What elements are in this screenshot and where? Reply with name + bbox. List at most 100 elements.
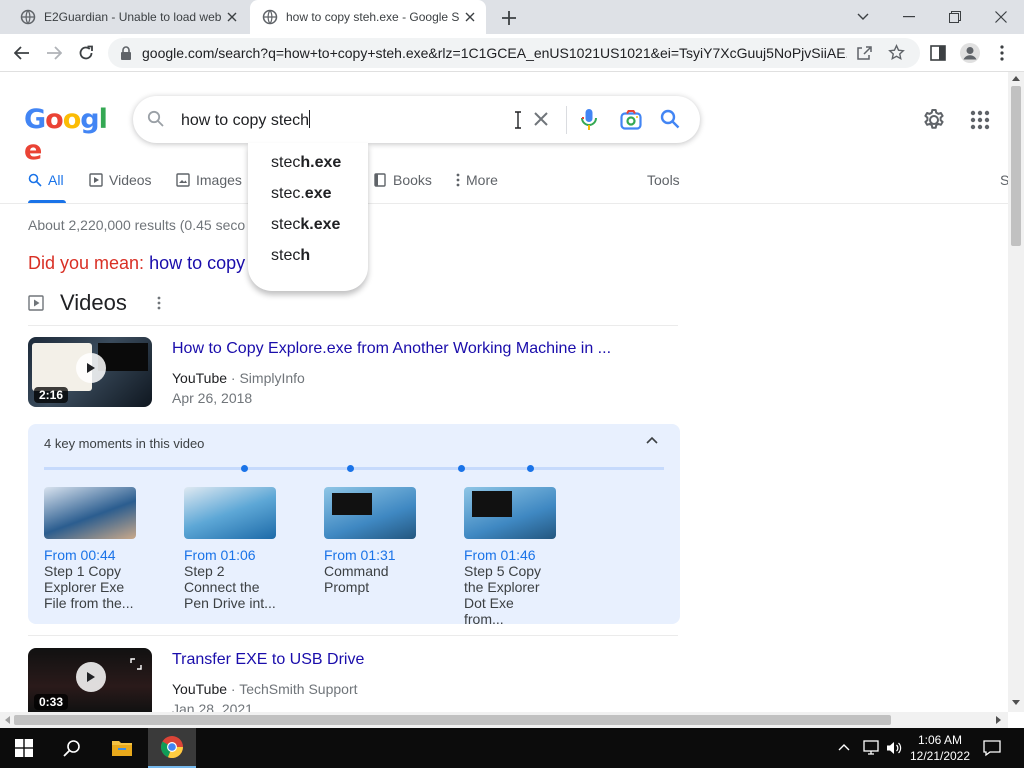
tab-label: Images <box>196 172 242 188</box>
video-thumbnail[interactable]: 0:33 <box>28 648 152 712</box>
restore-icon[interactable] <box>932 0 978 34</box>
timeline-marker[interactable] <box>527 465 534 472</box>
scrollbar-thumb[interactable] <box>14 715 891 725</box>
video-source: YouTube · SimplyInfo <box>172 370 305 386</box>
key-moment-time: From 01:46 <box>464 547 536 563</box>
reload-icon[interactable] <box>74 41 98 65</box>
google-apps-grid-icon[interactable] <box>968 108 992 132</box>
tab-more[interactable]: More <box>456 172 498 188</box>
lock-icon[interactable] <box>120 46 132 60</box>
timeline-marker[interactable] <box>241 465 248 472</box>
thumbnail-art <box>332 493 372 515</box>
video-thumbnail[interactable]: 2:16 <box>28 337 152 407</box>
bookmark-star-icon[interactable] <box>888 44 905 61</box>
network-icon[interactable] <box>862 740 880 756</box>
key-moment-item[interactable]: From 00:44 Step 1 Copy Explorer Exe File… <box>44 487 144 611</box>
suggestion-prefix: stec <box>271 247 301 264</box>
notification-center-icon[interactable] <box>983 739 1001 757</box>
key-moment-item[interactable]: From 01:06 Step 2 Connect the Pen Drive … <box>184 487 284 611</box>
key-moment-text: Step 1 Copy Explorer Exe File from the..… <box>44 563 134 611</box>
search-submit-icon[interactable] <box>659 108 681 130</box>
video-title-link[interactable]: Transfer EXE to USB Drive <box>172 651 364 669</box>
suggestion-item[interactable]: stec.exe <box>248 178 368 209</box>
close-tab-icon[interactable] <box>460 7 480 27</box>
divider <box>566 106 567 134</box>
windows-start-icon[interactable] <box>0 728 48 768</box>
search-input[interactable]: how to copy stech <box>181 110 311 130</box>
search-query-text: how to copy stech <box>181 112 310 129</box>
url-text[interactable]: google.com/search?q=how+to+copy+steh.exe… <box>142 45 847 61</box>
globe-icon <box>262 9 278 25</box>
vertical-scrollbar[interactable] <box>1008 72 1024 712</box>
key-moment-item[interactable]: From 01:46 Step 5 Copy the Explorer Dot … <box>464 487 564 627</box>
text-cursor-icon <box>515 111 521 129</box>
video-channel: TechSmith Support <box>239 681 358 697</box>
key-moments-panel: 4 key moments in this video From 00:44 S… <box>28 424 680 627</box>
did-you-mean-link[interactable]: how to copy <box>149 253 245 273</box>
file-explorer-icon[interactable] <box>98 728 146 768</box>
chevron-up-icon[interactable] <box>646 436 658 444</box>
suggestion-completion: h <box>300 247 311 264</box>
volume-icon[interactable] <box>886 740 902 756</box>
search-box[interactable]: how to copy stech <box>133 96 700 143</box>
play-icon[interactable] <box>76 662 106 692</box>
settings-gear-icon[interactable] <box>922 108 946 132</box>
address-bar[interactable]: google.com/search?q=how+to+copy+steh.exe… <box>108 38 920 68</box>
chrome-taskbar-icon[interactable] <box>148 728 196 768</box>
tab-search-chevron-icon[interactable] <box>840 0 886 34</box>
close-window-icon[interactable] <box>978 0 1024 34</box>
scroll-down-arrow-icon[interactable] <box>1012 700 1020 706</box>
key-moment-item[interactable]: From 01:31 Command Prompt <box>324 487 424 595</box>
key-moment-time: From 01:06 <box>184 547 256 563</box>
suggestion-prefix: stec <box>271 154 301 171</box>
tab-books[interactable]: Books <box>373 172 432 188</box>
scroll-up-arrow-icon[interactable] <box>1012 75 1020 81</box>
key-moment-thumbnail[interactable] <box>184 487 276 539</box>
suggestion-item[interactable]: steck.exe <box>248 209 368 240</box>
tab-label: Tools <box>647 172 680 188</box>
suggestion-item[interactable]: stech <box>248 240 368 271</box>
google-lens-camera-icon[interactable] <box>619 108 643 132</box>
tools-button[interactable]: Tools <box>647 172 680 188</box>
minimize-icon[interactable] <box>886 0 932 34</box>
key-moment-thumbnail[interactable] <box>464 487 556 539</box>
suggestion-item[interactable]: stech.exe <box>248 147 368 178</box>
profile-avatar-icon[interactable] <box>958 41 982 65</box>
browser-titlebar: E2Guardian - Unable to load web how to c… <box>0 0 1024 34</box>
tab-images[interactable]: Images <box>176 172 242 188</box>
scrollbar-thumb[interactable] <box>1011 86 1021 246</box>
taskbar-search-icon[interactable] <box>48 728 96 768</box>
key-moment-thumbnail[interactable] <box>44 487 136 539</box>
taskbar-clock[interactable]: 1:06 AM 12/21/2022 <box>908 732 972 764</box>
clear-search-icon[interactable] <box>531 109 551 129</box>
share-icon[interactable] <box>856 45 872 61</box>
browser-tab-google-search[interactable]: how to copy steh.exe - Google S <box>250 0 486 34</box>
video-date: Jan 28, 2021 <box>172 701 253 712</box>
clock-time: 1:06 AM <box>917 733 963 747</box>
video-title-link[interactable]: How to Copy Explore.exe from Another Wor… <box>172 340 611 358</box>
key-moments-timeline[interactable] <box>44 465 664 472</box>
tab-label: More <box>466 172 498 188</box>
play-icon[interactable] <box>76 353 106 383</box>
scroll-right-arrow-icon[interactable] <box>996 716 1002 724</box>
side-panel-icon[interactable] <box>926 41 950 65</box>
key-moment-text: Command Prompt <box>324 563 389 595</box>
timeline-marker[interactable] <box>458 465 465 472</box>
show-hidden-icons-chevron-icon[interactable] <box>838 743 850 751</box>
forward-icon[interactable] <box>42 41 66 65</box>
key-moment-thumbnail[interactable] <box>324 487 416 539</box>
menu-kebab-icon[interactable] <box>990 41 1014 65</box>
close-tab-icon[interactable] <box>222 7 242 27</box>
tab-videos[interactable]: Videos <box>89 172 152 188</box>
tab-all[interactable]: All <box>28 172 64 188</box>
new-tab-icon[interactable] <box>498 7 520 29</box>
scroll-left-arrow-icon[interactable] <box>4 716 10 724</box>
timeline-marker[interactable] <box>347 465 354 472</box>
tab-label: Books <box>393 172 432 188</box>
google-logo[interactable]: Google <box>24 104 116 166</box>
browser-tab-e2guardian[interactable]: E2Guardian - Unable to load web <box>8 0 248 34</box>
voice-search-mic-icon[interactable] <box>580 108 598 132</box>
back-icon[interactable] <box>10 41 34 65</box>
horizontal-scrollbar[interactable] <box>0 712 1008 728</box>
more-options-icon[interactable] <box>157 296 161 310</box>
